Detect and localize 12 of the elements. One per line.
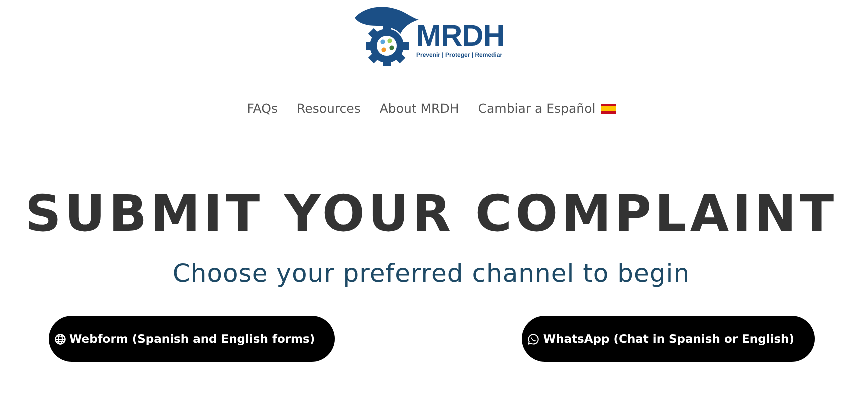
channel-button[interactable]: Webform (Spanish and English forms)	[48, 316, 336, 362]
logo-wordmark: MRDH	[416, 22, 504, 52]
language-link[interactable]: Cambiar a Español	[478, 101, 616, 116]
chat-bubble-icon	[528, 334, 540, 344]
flag-icon	[600, 104, 616, 114]
nav-link[interactable]: About MRDH	[380, 101, 460, 116]
nav-link[interactable]: FAQs	[247, 101, 278, 116]
globe-icon	[54, 334, 66, 344]
channel-button[interactable]: WhatsApp (Chat in Spanish or English)	[522, 316, 814, 362]
page-subheading: Choose your preferred channel to begin	[172, 258, 690, 290]
nav-link[interactable]: Resources	[297, 101, 361, 116]
page-heading: SUBMIT YOUR COMPLAINT	[25, 184, 838, 244]
